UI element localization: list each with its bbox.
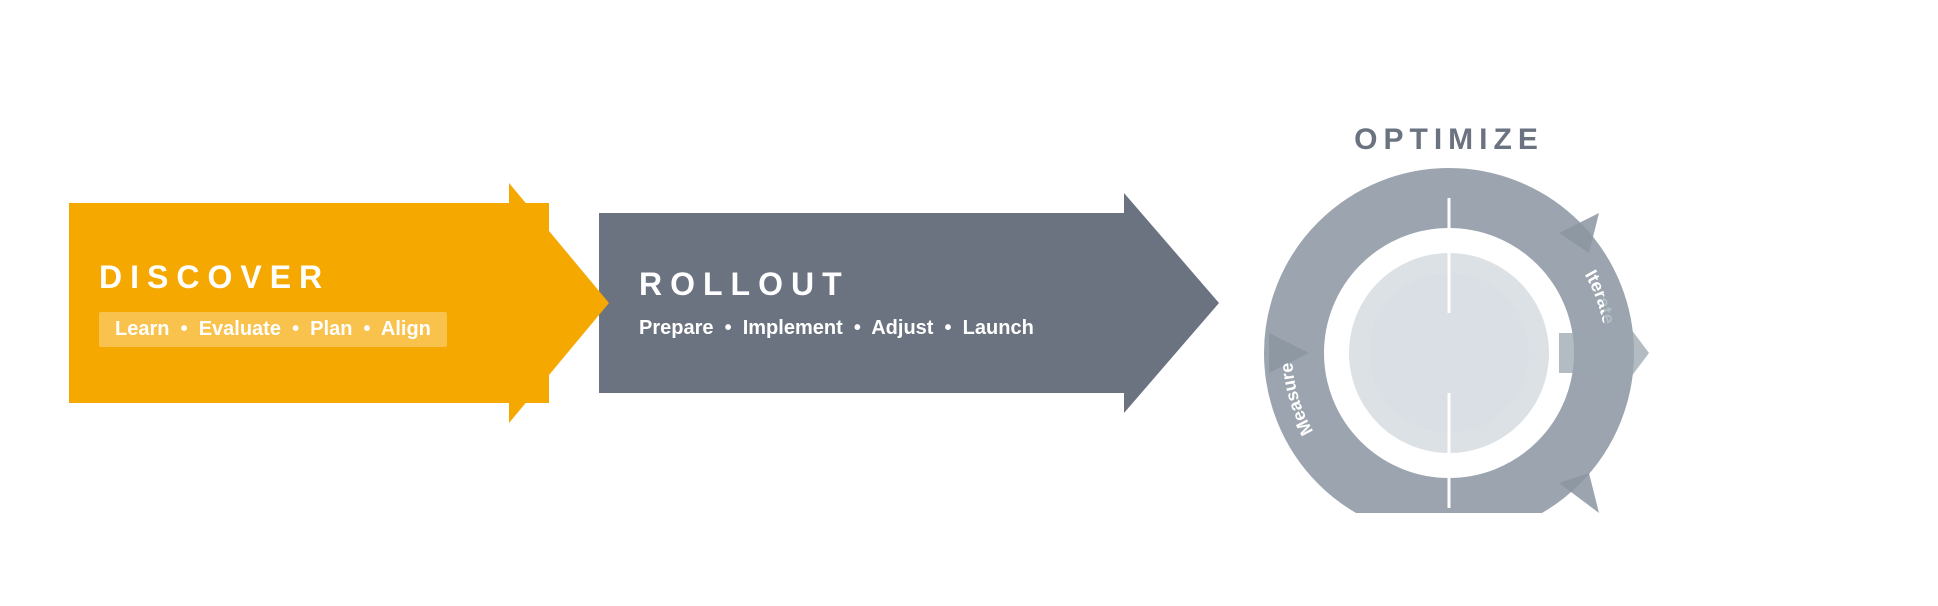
rollout-title: ROLLOUT bbox=[639, 266, 850, 303]
discover-steps-text: Learn • Evaluate • Plan • Align bbox=[115, 318, 431, 340]
optimize-title: OPTIMIZE bbox=[1354, 123, 1544, 157]
rollout-arrow: ROLLOUT Prepare • Implement • Adjust • L… bbox=[599, 193, 1219, 413]
discover-arrow: DISCOVER Learn • Evaluate • Plan • Align bbox=[69, 183, 609, 423]
discover-arrow-head bbox=[509, 183, 609, 423]
optimize-svg: Measure Motivate Iterate bbox=[1249, 153, 1649, 513]
rollout-steps-text: Prepare • Implement • Adjust • Launch bbox=[639, 317, 1034, 339]
rollout-arrow-body: ROLLOUT Prepare • Implement • Adjust • L… bbox=[599, 213, 1129, 393]
optimize-section: OPTIMIZE bbox=[1239, 93, 1659, 513]
rollout-steps: Prepare • Implement • Adjust • Launch bbox=[639, 317, 1034, 340]
rollout-arrow-head bbox=[1124, 193, 1219, 413]
discover-steps: Learn • Evaluate • Plan • Align bbox=[99, 312, 447, 347]
discover-title: DISCOVER bbox=[99, 259, 330, 296]
discover-arrow-body: DISCOVER Learn • Evaluate • Plan • Align bbox=[69, 203, 549, 403]
diagram-container: DISCOVER Learn • Evaluate • Plan • Align… bbox=[69, 53, 1869, 553]
svg-text:Motivate: Motivate bbox=[1405, 230, 1484, 255]
